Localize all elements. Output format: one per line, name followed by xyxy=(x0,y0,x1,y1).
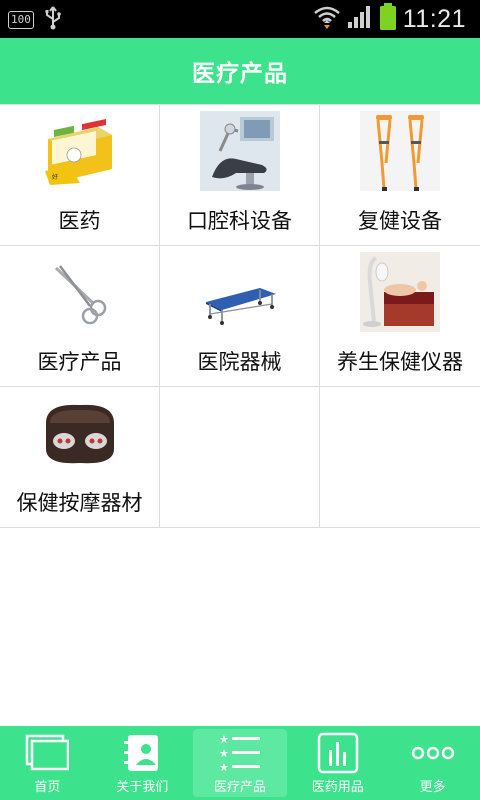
bottom-nav: 首页 关于我们 ★ ★ ★ 医疗产品 医药用品 更多 xyxy=(0,726,480,800)
product-item-medicine[interactable]: 好 医药 xyxy=(0,105,160,246)
product-label: 养生保健仪器 xyxy=(337,350,463,374)
nav-item-medical-products[interactable]: ★ ★ ★ 医疗产品 xyxy=(192,729,288,797)
svg-text:★: ★ xyxy=(219,733,229,746)
list-icon: ★ ★ ★ xyxy=(218,732,262,774)
svg-text:★: ★ xyxy=(219,761,229,773)
svg-text:★: ★ xyxy=(219,747,229,760)
svg-text:好: 好 xyxy=(52,173,58,181)
massage-pillow-image xyxy=(40,393,120,473)
product-item-dental-equipment[interactable]: 口腔科设备 xyxy=(160,105,320,246)
nav-label: 更多 xyxy=(419,780,446,795)
surgical-scissors-image xyxy=(40,252,120,332)
product-label: 复健设备 xyxy=(358,209,442,233)
nav-label: 医药用品 xyxy=(311,780,364,795)
empty-cell xyxy=(320,387,480,528)
empty-cell xyxy=(160,387,320,528)
page-title: 医疗产品 xyxy=(192,61,288,87)
stretcher-image xyxy=(200,252,280,332)
product-label: 医药 xyxy=(58,209,101,233)
nav-label: 首页 xyxy=(34,780,61,795)
product-item-massage-equipment[interactable]: 保健按摩器材 xyxy=(0,387,160,528)
battery-notification-badge: 100 xyxy=(8,11,34,29)
wifi-icon xyxy=(313,4,341,34)
product-item-rehab-equipment[interactable]: 复健设备 xyxy=(320,105,480,246)
contacts-icon xyxy=(120,732,164,774)
usb-icon xyxy=(44,6,62,34)
product-label: 保健按摩器材 xyxy=(16,491,143,515)
status-bar: 100 11:21 xyxy=(0,0,480,38)
product-item-medical-products[interactable]: 医疗产品 xyxy=(0,246,160,387)
massage-bed-image xyxy=(360,252,440,332)
product-item-hospital-instruments[interactable]: 医院器械 xyxy=(160,246,320,387)
nav-label: 关于我们 xyxy=(116,780,169,795)
bar-chart-icon xyxy=(316,732,360,774)
product-label: 口腔科设备 xyxy=(187,209,292,233)
more-icon xyxy=(411,732,455,774)
product-label: 医院器械 xyxy=(197,350,282,374)
nav-label: 医疗产品 xyxy=(213,780,266,795)
signal-icon xyxy=(347,5,373,33)
nav-item-home[interactable]: 首页 xyxy=(0,726,95,800)
product-label: 医疗产品 xyxy=(37,350,122,374)
medicine-box-image: 好 xyxy=(40,111,120,191)
battery-icon xyxy=(379,3,397,35)
product-item-wellness-devices[interactable]: 养生保健仪器 xyxy=(320,246,480,387)
product-grid: 好 医药 口腔科设备 复健设备 医疗产品 医院器械 养生保健仪器 保健按摩器材 xyxy=(0,104,480,528)
nav-item-pharmacy-supplies[interactable]: 医药用品 xyxy=(290,726,385,800)
clock: 11:21 xyxy=(402,4,466,33)
home-icon xyxy=(25,732,70,774)
dental-chair-image xyxy=(200,111,280,191)
app-header: 医疗产品 xyxy=(0,38,480,104)
nav-item-about-us[interactable]: 关于我们 xyxy=(95,726,190,800)
nav-item-more[interactable]: 更多 xyxy=(385,726,480,800)
crutches-image xyxy=(360,111,440,191)
